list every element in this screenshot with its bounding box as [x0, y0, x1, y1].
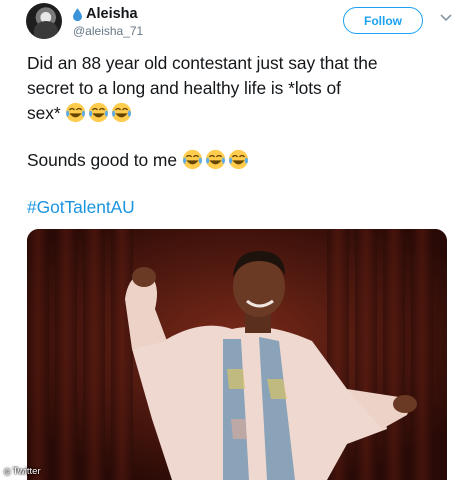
- media-credit: © Twitter: [4, 466, 41, 477]
- author-name-row[interactable]: Aleisha: [73, 6, 138, 22]
- tweet-text-line-with-emoji: Sounds good to me: [27, 148, 467, 173]
- tears-of-joy-emoji-icon: [182, 149, 202, 170]
- tweet-header: Aleisha @aleisha_71 Follow: [0, 0, 474, 48]
- tweet-second-paragraph: Sounds good to me: [27, 150, 182, 170]
- media-credit-label: Twitter: [12, 466, 41, 477]
- dancing-man-image: [27, 229, 447, 480]
- tears-of-joy-emoji-icon: [228, 149, 248, 170]
- chevron-down-icon[interactable]: [440, 14, 452, 22]
- tweet-text-line: sex*: [27, 103, 66, 123]
- tears-of-joy-emoji-icon: [66, 102, 86, 123]
- tweet-media-gif[interactable]: [27, 229, 447, 480]
- water-drop-icon: [73, 7, 82, 21]
- tears-of-joy-emoji-icon: [89, 102, 109, 123]
- copyright-icon: ©: [4, 466, 11, 477]
- tweet-text-line: secret to a long and healthy life is *lo…: [27, 78, 341, 98]
- tears-of-joy-emoji-icon: [205, 149, 225, 170]
- author-display-name[interactable]: Aleisha: [86, 6, 138, 22]
- avatar[interactable]: [26, 3, 62, 39]
- tears-of-joy-emoji-icon: [112, 102, 132, 123]
- follow-button[interactable]: Follow: [343, 7, 423, 34]
- hashtag-link[interactable]: #GotTalentAU: [27, 195, 467, 220]
- author-handle[interactable]: @aleisha_71: [73, 24, 143, 38]
- tweet-text: Did an 88 year old contestant just say t…: [27, 51, 467, 220]
- tweet-text-line: Did an 88 year old contestant just say t…: [27, 53, 378, 73]
- tweet-text-line-with-emoji: sex*: [27, 101, 467, 126]
